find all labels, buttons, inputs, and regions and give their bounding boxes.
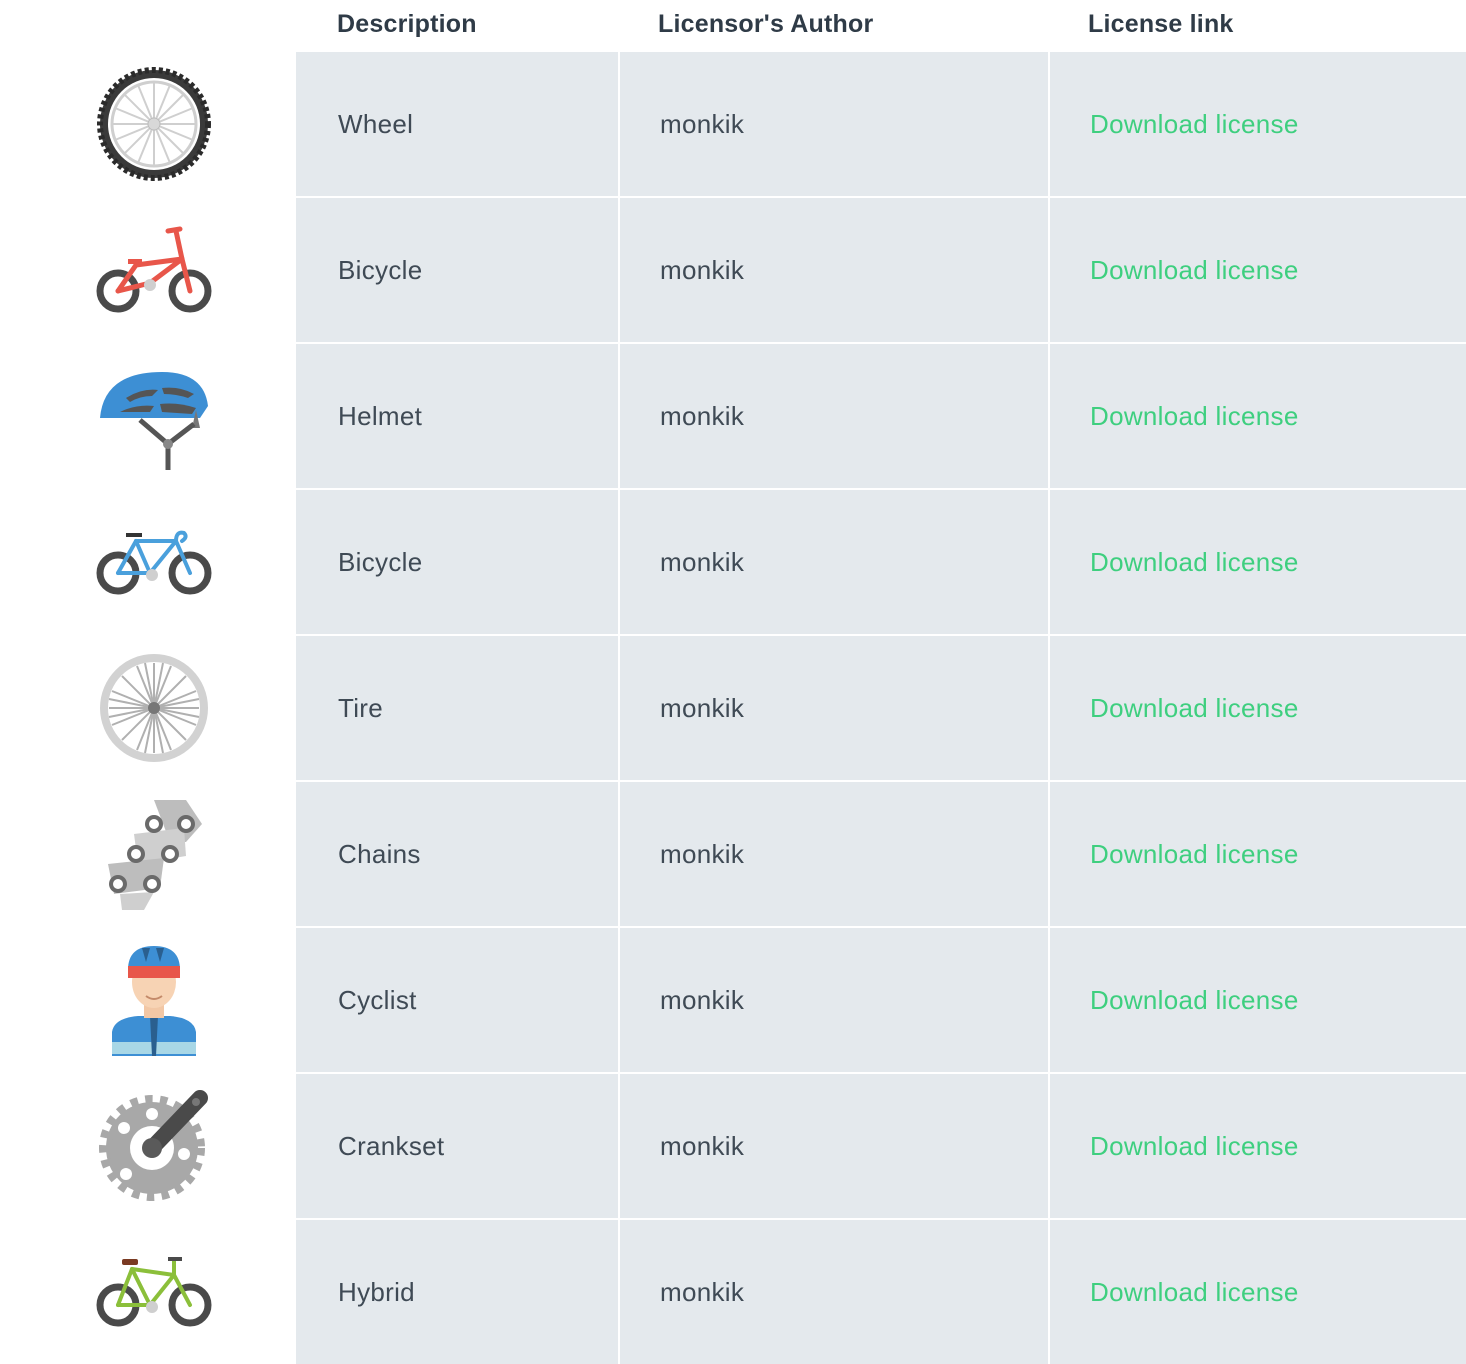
description-text: Tire — [338, 692, 384, 723]
table-row: Bicycle monkik Download license — [10, 490, 1466, 634]
description-text: Crankset — [338, 1130, 445, 1161]
row-icon-cell — [12, 490, 296, 634]
chain-icon — [104, 798, 204, 910]
download-license-link[interactable]: Download license — [1050, 1277, 1299, 1308]
table-row: Crankset monkik Download license — [10, 1074, 1466, 1218]
row-icon-cell — [12, 344, 296, 488]
author-text: monkik — [660, 1276, 745, 1307]
description-text: Chains — [338, 838, 421, 869]
download-license-link[interactable]: Download license — [1050, 401, 1299, 432]
hybrid-bicycle-icon — [96, 1255, 212, 1329]
header-license-link: License link — [1088, 9, 1234, 38]
description-text: Hybrid — [338, 1276, 415, 1307]
row-icon-cell — [12, 1074, 296, 1218]
author-text: monkik — [660, 108, 745, 139]
download-license-link[interactable]: Download license — [1050, 109, 1299, 140]
row-icon-cell — [12, 928, 296, 1072]
description-text: Helmet — [338, 400, 423, 431]
header-author: Licensor's Author — [658, 9, 874, 38]
author-text: monkik — [660, 1130, 745, 1161]
row-icon-cell — [12, 782, 296, 926]
author-text: monkik — [660, 400, 745, 431]
license-table: Description Licensor's Author License li… — [0, 0, 1466, 1364]
download-license-link[interactable]: Download license — [1050, 839, 1299, 870]
row-icon-cell — [12, 1220, 296, 1364]
row-icon-cell — [12, 198, 296, 342]
download-license-link[interactable]: Download license — [1050, 547, 1299, 578]
row-icon-cell — [12, 52, 296, 196]
header-description: Description — [337, 9, 477, 38]
helmet-icon — [96, 358, 212, 474]
description-text: Bicycle — [338, 546, 423, 577]
description-text: Bicycle — [338, 254, 423, 285]
download-license-link[interactable]: Download license — [1050, 985, 1299, 1016]
download-license-link[interactable]: Download license — [1050, 255, 1299, 286]
description-text: Wheel — [338, 108, 414, 139]
author-text: monkik — [660, 838, 745, 869]
table-row: Wheel monkik Download license — [10, 52, 1466, 196]
row-icon-cell — [12, 636, 296, 780]
bmx-bicycle-icon — [96, 225, 212, 315]
download-license-link[interactable]: Download license — [1050, 693, 1299, 724]
table-row: Bicycle monkik Download license — [10, 198, 1466, 342]
author-text: monkik — [660, 984, 745, 1015]
table-row: Helmet monkik Download license — [10, 344, 1466, 488]
author-text: monkik — [660, 692, 745, 723]
table-row: Tire monkik Download license — [10, 636, 1466, 780]
author-text: monkik — [660, 254, 745, 285]
description-text: Cyclist — [338, 984, 417, 1015]
table-row: Cyclist monkik Download license — [10, 928, 1466, 1072]
download-license-link[interactable]: Download license — [1050, 1131, 1299, 1162]
cyclist-icon — [108, 944, 200, 1056]
author-text: monkik — [660, 546, 745, 577]
road-bicycle-icon — [96, 527, 212, 597]
table-row: Chains monkik Download license — [10, 782, 1466, 926]
mountain-wheel-icon — [96, 66, 212, 182]
crankset-icon — [96, 1088, 212, 1204]
tire-icon — [97, 651, 211, 765]
table-row: Hybrid monkik Download license — [10, 1220, 1466, 1364]
